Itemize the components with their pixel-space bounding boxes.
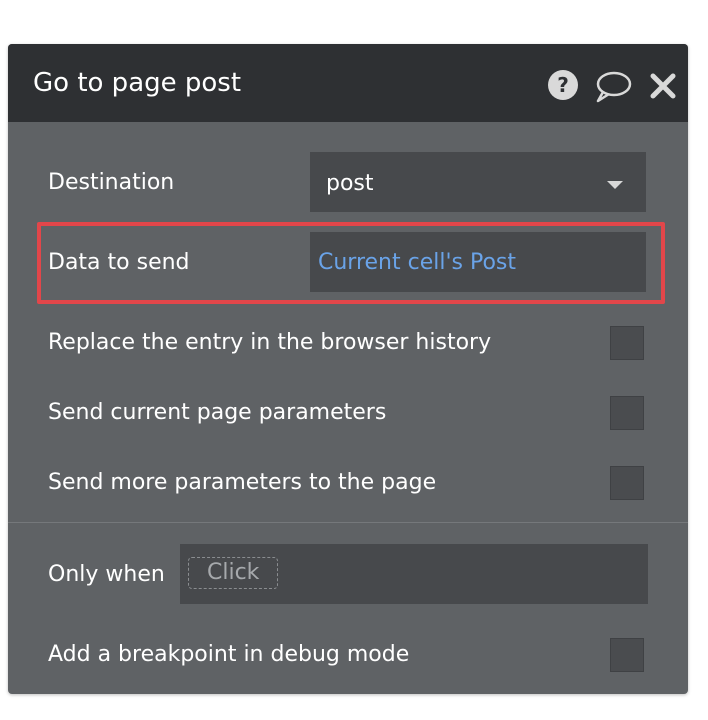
- breakpoint-checkbox[interactable]: [610, 638, 644, 672]
- chevron-down-icon[interactable]: [607, 181, 623, 189]
- replace-history-label: Replace the entry in the browser history: [48, 330, 492, 355]
- section-divider: [8, 522, 688, 523]
- dialog-header: Go to page post ?: [8, 44, 688, 122]
- send-current-params-label: Send current page parameters: [48, 400, 387, 425]
- svg-text:?: ?: [557, 73, 569, 97]
- dialog-title: Go to page post: [33, 68, 242, 98]
- send-more-params-checkbox[interactable]: [610, 466, 644, 500]
- comment-icon[interactable]: [594, 70, 632, 104]
- go-to-page-dialog: Go to page post ? Destination post Data …: [8, 44, 688, 694]
- only-when-condition-field[interactable]: Click: [180, 544, 648, 604]
- help-icon[interactable]: ?: [547, 69, 579, 101]
- destination-dropdown[interactable]: post: [310, 152, 646, 212]
- destination-label: Destination: [48, 170, 175, 195]
- close-icon[interactable]: [648, 71, 678, 101]
- send-current-params-checkbox[interactable]: [610, 396, 644, 430]
- highlight-annotation: [37, 222, 665, 304]
- replace-history-checkbox[interactable]: [610, 326, 644, 360]
- only-when-label: Only when: [48, 562, 165, 587]
- destination-value: post: [326, 171, 374, 196]
- send-more-params-label: Send more parameters to the page: [48, 470, 437, 495]
- only-when-placeholder[interactable]: Click: [188, 557, 279, 589]
- breakpoint-label: Add a breakpoint in debug mode: [48, 642, 410, 667]
